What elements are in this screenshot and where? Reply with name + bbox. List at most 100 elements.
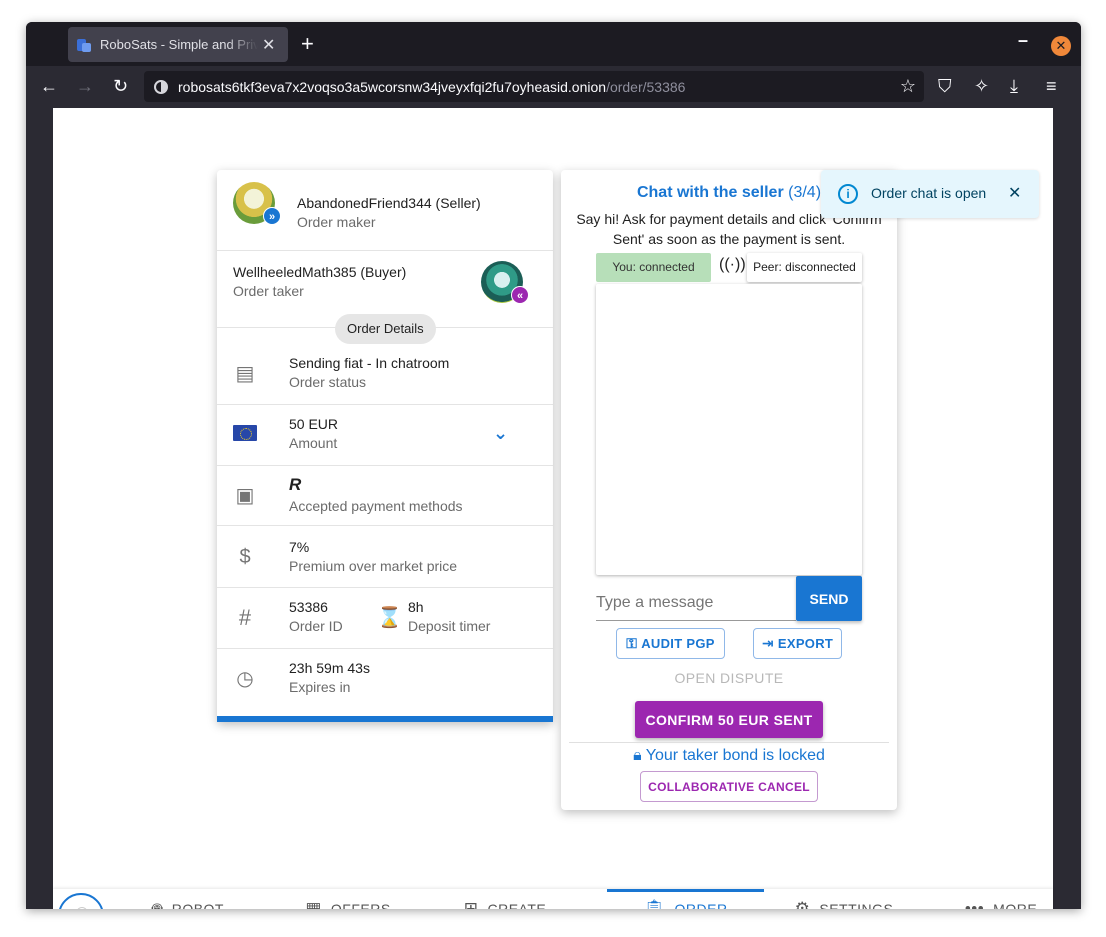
article-icon: ▤: [235, 363, 255, 385]
new-tab-icon[interactable]: +: [301, 33, 314, 55]
export-button[interactable]: ⇥ EXPORT: [753, 628, 842, 659]
order-status-row: ▤ Sending fiat - In chatroom Order statu…: [217, 344, 553, 405]
bottom-navigation: 🤖︎ ROBOT ▦ OFFERS ⊞ CREATE 📋︎ ORDER ⚙ SE…: [53, 889, 1053, 909]
taker-role: Order taker: [233, 283, 304, 299]
divider: [569, 742, 889, 743]
order-details-card: » AbandonedFriend344 (Seller) Order make…: [217, 170, 553, 722]
nav-robot[interactable]: 🤖︎ ROBOT: [133, 889, 243, 909]
nav-more[interactable]: ••• MORE: [945, 889, 1057, 909]
nav-create[interactable]: ⊞ CREATE: [449, 889, 561, 909]
nav-offers-label: OFFERS: [330, 901, 391, 909]
nav-order[interactable]: 📋︎ ORDER: [607, 889, 764, 909]
more-dots-icon: •••: [964, 899, 985, 909]
open-dispute-button[interactable]: OPEN DISPUTE: [561, 670, 897, 686]
address-bar[interactable]: robosats6tkf3eva7x2voqso3a5wcorsnw34jvey…: [144, 71, 924, 102]
tab-title: RoboSats - Simple and Private Bitcoin Ex…: [100, 37, 258, 52]
payment-methods-row: ▣ R Accepted payment methods: [217, 466, 553, 526]
audit-pgp-button[interactable]: ⚿ AUDIT PGP: [616, 628, 725, 659]
browser-window: RoboSats - Simple and Private Bitcoin Ex…: [26, 22, 1081, 909]
reload-icon[interactable]: ↻: [113, 76, 128, 96]
nav-robot-label: ROBOT: [171, 901, 224, 909]
url-path: /order/53386: [606, 78, 686, 95]
amount-label: Amount: [289, 435, 338, 451]
clock-icon: ◷: [236, 668, 254, 690]
you-connected-status: You: connected: [596, 253, 711, 282]
maker-direction-icon: »: [263, 207, 281, 225]
bond-status: 🔒︎ Your taker bond is locked: [561, 747, 897, 765]
expand-chevron-down-icon[interactable]: ⌄: [493, 423, 508, 444]
deposit-timer-value: 8h: [408, 599, 424, 615]
expiry-progress-bar: [217, 716, 553, 722]
send-button[interactable]: SEND: [796, 576, 862, 621]
premium-label: Premium over market price: [289, 558, 458, 574]
forward-icon[interactable]: →: [76, 76, 94, 96]
message-input[interactable]: [596, 585, 796, 621]
connection-icon: ((·)): [719, 256, 746, 273]
onion-security-icon[interactable]: [154, 79, 168, 94]
export-file-icon: ⇥: [761, 635, 774, 651]
order-id-label: Order ID: [289, 618, 343, 634]
minimize-icon[interactable]: –: [1018, 30, 1028, 51]
amount-value: 50 EUR: [289, 416, 339, 432]
bond-status-text: Your taker bond is locked: [645, 747, 825, 764]
url-host: robosats6tkf3eva7x2voqso3a5wcorsnw34jvey…: [178, 78, 607, 95]
close-tab-icon[interactable]: ✕: [262, 35, 275, 55]
page-viewport: » AbandonedFriend344 (Seller) Order make…: [53, 108, 1053, 909]
order-status-label: Order status: [289, 374, 367, 390]
chat-count: (3/4): [788, 184, 822, 201]
hourglass-icon: ⌛: [377, 607, 402, 629]
bookmark-star-icon[interactable]: ☆: [900, 76, 916, 97]
nav-order-label: ORDER: [674, 901, 728, 909]
order-status-value: Sending fiat - In chatroom: [289, 355, 450, 371]
payment-methods-label: Accepted payment methods: [289, 498, 463, 514]
browser-tab[interactable]: RoboSats - Simple and Private Bitcoin Ex…: [68, 27, 288, 62]
snackbar-close-icon[interactable]: ✕: [1008, 183, 1021, 203]
taker-name: WellheeledMath385 (Buyer): [233, 264, 407, 280]
premium-value: 7%: [289, 539, 310, 555]
nav-more-label: MORE: [993, 901, 1038, 909]
peer-disconnected-status: Peer: disconnected: [747, 253, 862, 282]
nav-create-label: CREATE: [487, 901, 547, 909]
maker-row: » AbandonedFriend344 (Seller) Order make…: [217, 170, 553, 251]
expires-value: 23h 59m 43s: [289, 660, 370, 676]
expires-row: ◷ 23h 59m 43s Expires in: [217, 649, 553, 710]
hash-icon: #: [238, 605, 252, 630]
price-change-icon: $: [239, 546, 251, 568]
robosats-favicon-icon: [76, 37, 92, 53]
collaborative-cancel-button[interactable]: COLLABORATIVE CANCEL: [640, 771, 818, 802]
nav-settings-label: SETTINGS: [819, 901, 894, 909]
revolut-icon: R: [289, 475, 302, 494]
chat-title-text: Chat with the seller: [636, 184, 784, 201]
downloads-icon[interactable]: ⤓: [1010, 76, 1018, 96]
expires-label: Expires in: [289, 679, 351, 695]
payments-icon: ▣: [235, 485, 255, 507]
id-deposit-row: # 53386 Order ID ⌛ 8h Deposit timer: [217, 588, 553, 649]
nav-offers[interactable]: ▦ OFFERS: [293, 889, 403, 909]
navigation-bar: ← → ↻ robosats6tkf3eva7x2voqso3a5wcorsnw…: [26, 66, 1081, 107]
new-identity-broom-icon[interactable]: ✧: [974, 76, 989, 96]
chat-messages-area[interactable]: [596, 284, 862, 575]
deposit-timer-label: Deposit timer: [408, 618, 491, 634]
snackbar-text: Order chat is open: [871, 185, 987, 201]
back-icon[interactable]: ←: [40, 76, 58, 96]
close-window-icon[interactable]: ✕: [1051, 36, 1071, 56]
chat-open-snackbar: i Order chat is open ✕: [821, 170, 1039, 218]
lock-icon: 🔒︎: [633, 747, 642, 764]
key-icon: ⚿: [626, 635, 638, 651]
assignment-icon: 📋︎: [643, 899, 666, 909]
premium-row: $ 7% Premium over market price: [217, 526, 553, 588]
storefront-icon: ▦: [305, 899, 322, 909]
order-id-value: 53386: [289, 599, 328, 615]
nav-settings[interactable]: ⚙ SETTINGS: [788, 889, 900, 909]
amount-row[interactable]: 50 EUR Amount ⌄: [217, 405, 553, 466]
robosats-logo-icon[interactable]: [58, 893, 104, 909]
eur-flag-icon: [233, 425, 257, 441]
menu-icon[interactable]: ≡: [1046, 76, 1057, 96]
audit-pgp-label: AUDIT PGP: [641, 636, 715, 651]
info-icon: i: [838, 184, 858, 204]
shield-icon[interactable]: ⛉: [938, 76, 952, 96]
maker-name: AbandonedFriend344 (Seller): [297, 195, 481, 211]
confirm-sent-button[interactable]: CONFIRM 50 EUR SENT: [635, 701, 823, 738]
maker-role: Order maker: [297, 214, 376, 230]
add-box-icon: ⊞: [463, 899, 479, 909]
